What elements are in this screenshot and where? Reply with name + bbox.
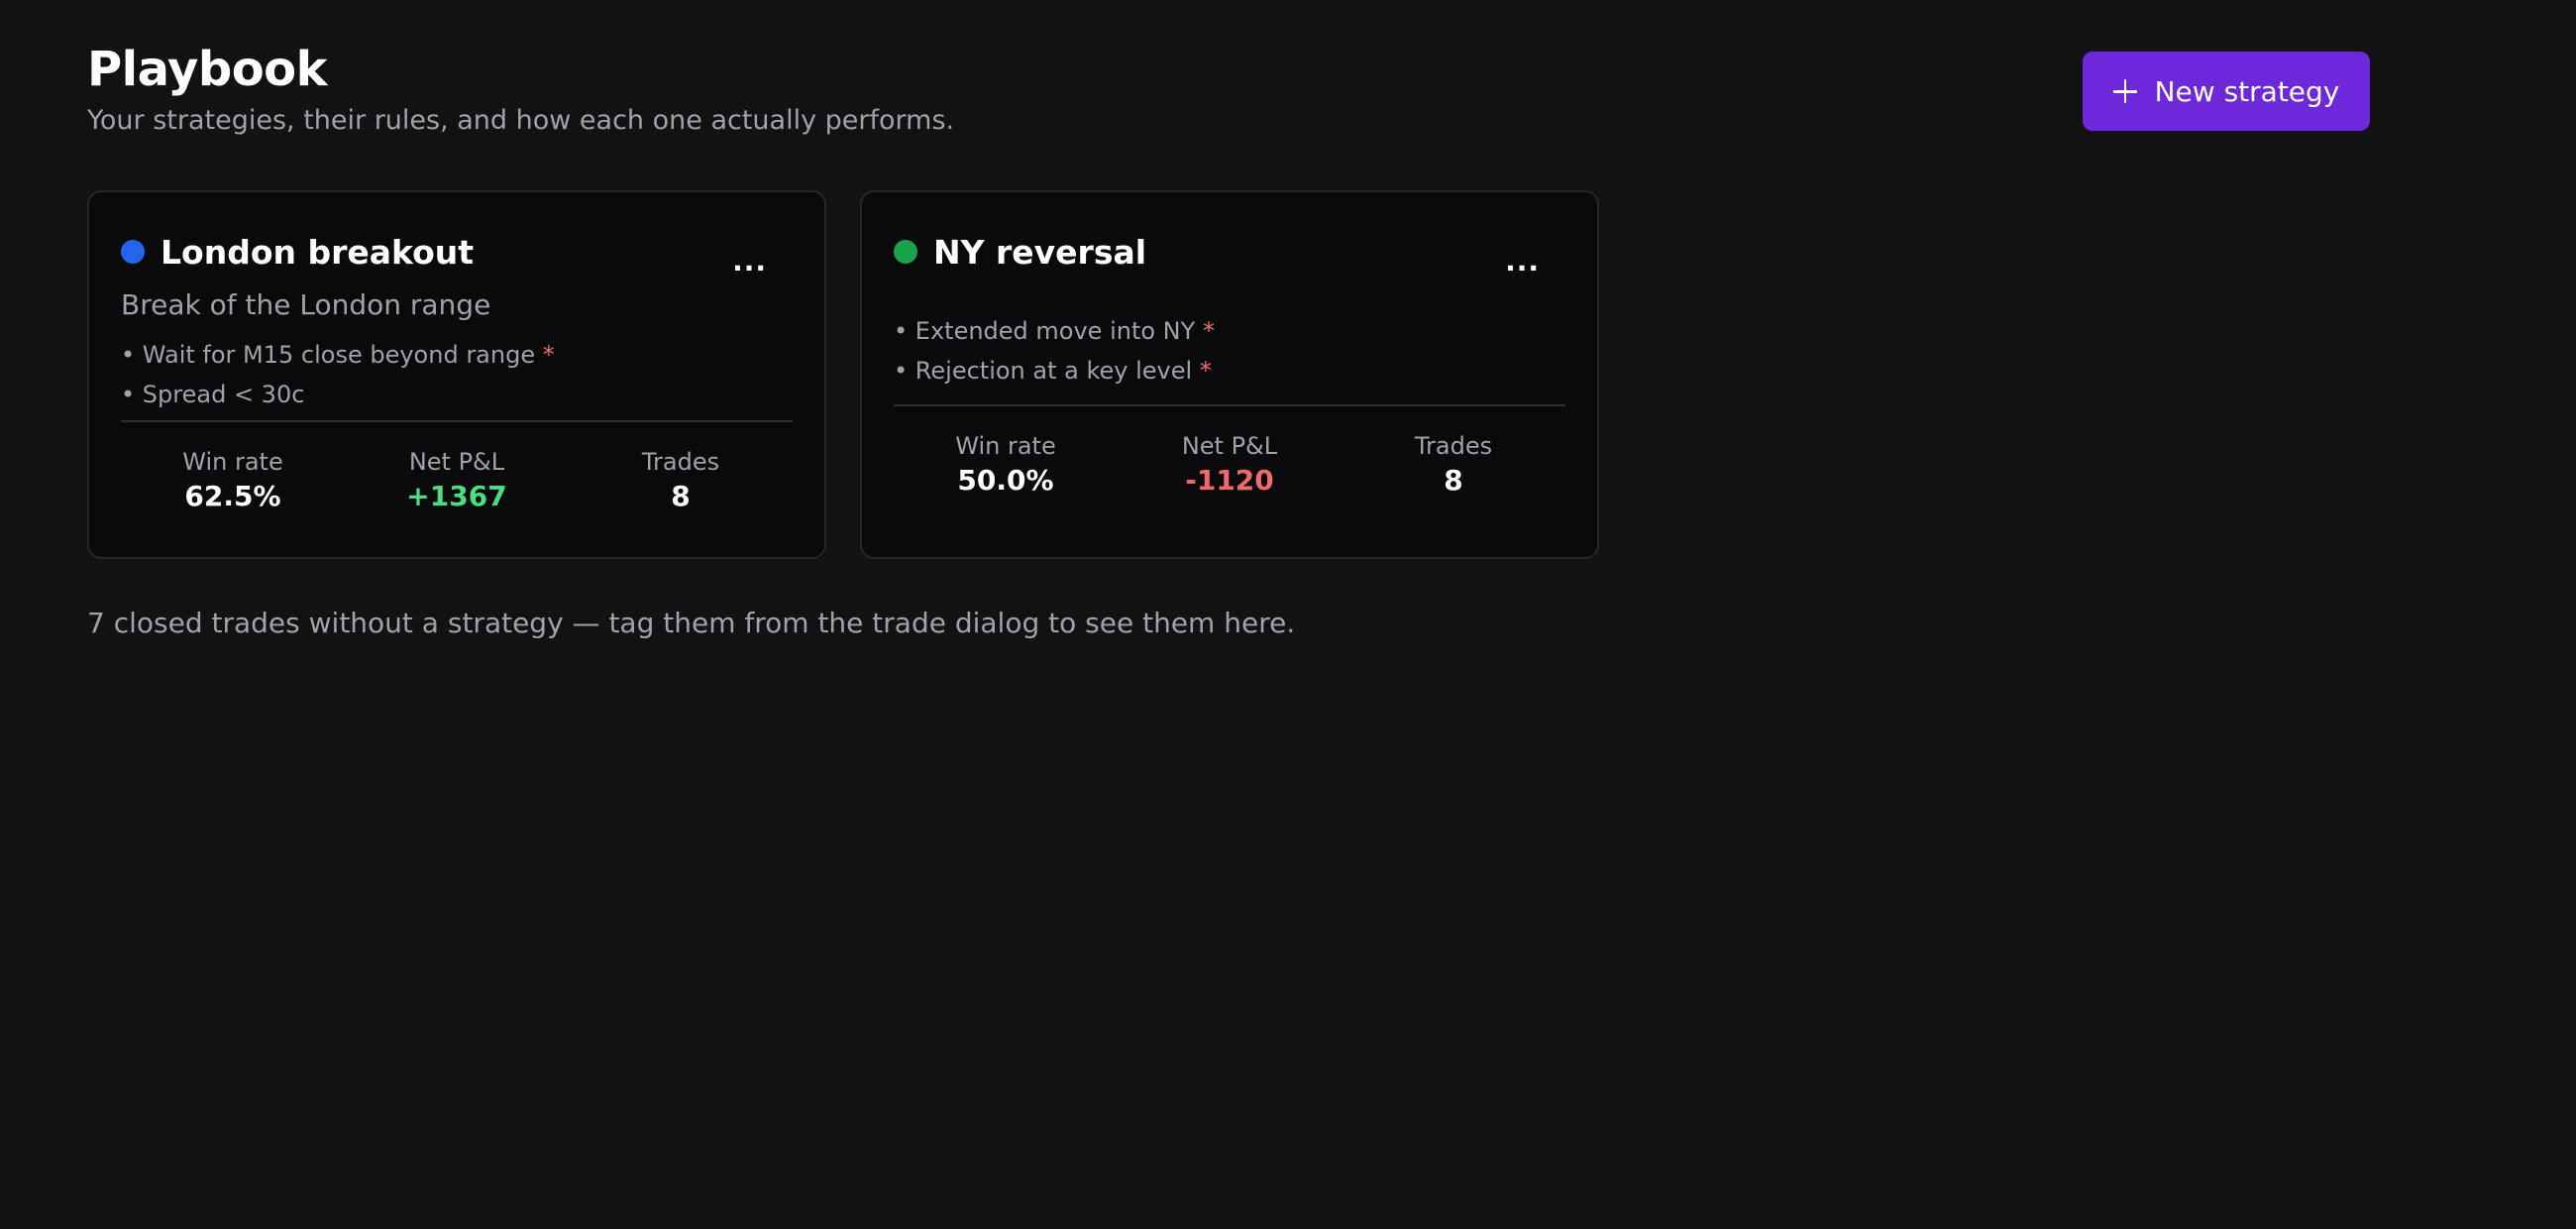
untagged-trades-note: 7 closed trades without a strategy — tag… — [87, 607, 1296, 639]
stat-label: Net P&L — [408, 448, 505, 476]
card-divider — [121, 420, 793, 422]
stat-trades: Trades 8 — [1354, 430, 1553, 500]
required-marker: * — [542, 341, 555, 369]
stat-label: Win rate — [182, 448, 283, 476]
strategy-card-ny-reversal[interactable]: NY reversal ... • Extended move into NY … — [860, 190, 1599, 559]
stat-win-rate: Win rate 62.5% — [134, 446, 332, 515]
strategy-card-header: NY reversal — [894, 230, 1565, 274]
strategy-description: Break of the London range — [121, 288, 491, 321]
strategy-card-header: London breakout — [121, 230, 793, 274]
strategy-rules: • Extended move into NY * • Rejection at… — [894, 289, 1565, 391]
stat-net-pnl: Net P&L +1367 — [358, 446, 556, 515]
playbook-page: Playbook Your strategies, their rules, a… — [0, 0, 2576, 1229]
rule-item: • Extended move into NY * — [894, 317, 1215, 345]
strategy-color-dot — [121, 240, 145, 264]
required-marker: * — [1199, 357, 1212, 385]
new-strategy-button[interactable]: New strategy — [2083, 52, 2370, 131]
stat-net-pnl: Net P&L -1120 — [1130, 430, 1329, 500]
stat-label: Trades — [1414, 432, 1493, 460]
stat-label: Trades — [641, 448, 720, 476]
stat-trades: Trades 8 — [582, 446, 780, 515]
strategy-name: NY reversal — [933, 232, 1147, 272]
strategy-stats: Win rate 50.0% Net P&L -1120 Trades 8 — [894, 430, 1565, 500]
strategy-color-dot — [894, 240, 917, 264]
stat-value: 8 — [671, 480, 691, 512]
more-options-icon[interactable]: ... — [1505, 248, 1540, 276]
strategy-cards: London breakout ... Break of the London … — [87, 190, 1599, 559]
more-options-icon[interactable]: ... — [732, 248, 767, 276]
stat-value: -1120 — [1185, 464, 1274, 497]
stat-win-rate: Win rate 50.0% — [907, 430, 1105, 500]
plus-icon — [2112, 79, 2137, 103]
strategy-stats: Win rate 62.5% Net P&L +1367 Trades 8 — [121, 446, 793, 515]
stat-label: Win rate — [955, 432, 1056, 460]
rule-item: • Wait for M15 close beyond range * — [121, 341, 555, 369]
page-subtitle: Your strategies, their rules, and how ea… — [87, 105, 955, 136]
rule-item: • Rejection at a key level * — [894, 357, 1212, 385]
strategy-card-london-breakout[interactable]: London breakout ... Break of the London … — [87, 190, 826, 559]
required-marker: * — [1202, 317, 1215, 345]
strategy-rules: • Wait for M15 close beyond range * • Sp… — [121, 335, 793, 414]
rule-item: • Spread < 30c — [121, 381, 305, 408]
page-title: Playbook — [87, 42, 328, 97]
stat-value: 50.0% — [957, 464, 1054, 497]
strategy-name: London breakout — [161, 232, 475, 272]
stat-label: Net P&L — [1181, 432, 1278, 460]
card-divider — [894, 404, 1565, 406]
stat-value: 8 — [1444, 464, 1463, 497]
new-strategy-label: New strategy — [2154, 74, 2340, 108]
page-header: Playbook Your strategies, their rules, a… — [87, 38, 954, 139]
stat-value: 62.5% — [184, 480, 281, 512]
stat-value: +1367 — [406, 480, 507, 512]
